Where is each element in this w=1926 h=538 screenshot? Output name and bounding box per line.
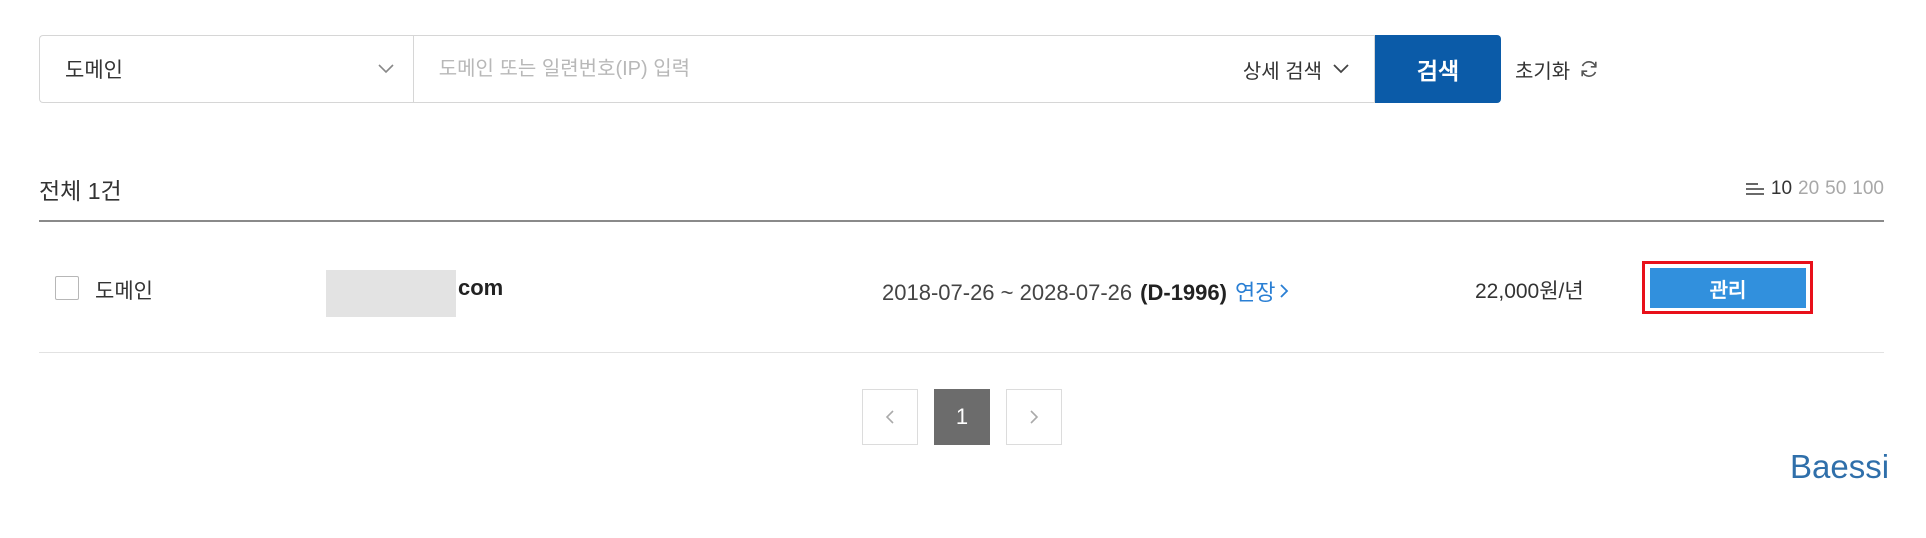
days-remaining: (D-1996) bbox=[1140, 280, 1227, 305]
chevron-down-icon bbox=[1333, 64, 1349, 74]
watermark: Baessi bbox=[1790, 448, 1890, 485]
search-input[interactable] bbox=[436, 56, 1201, 82]
extend-link[interactable]: 연장 bbox=[1235, 275, 1289, 307]
page-size-50[interactable]: 50 bbox=[1825, 178, 1846, 200]
chevron-left-icon bbox=[885, 410, 894, 424]
chevron-right-icon bbox=[1280, 284, 1289, 298]
category-select[interactable]: 도메인 bbox=[39, 35, 413, 103]
advanced-search-toggle[interactable]: 상세 검색 bbox=[1243, 36, 1350, 102]
period-dates: 2018-07-26 ~ 2028-07-26 bbox=[882, 280, 1133, 305]
list-lines-icon bbox=[1745, 183, 1764, 195]
search-input-wrapper: 상세 검색 bbox=[412, 35, 1376, 103]
reset-button[interactable]: 초기화 bbox=[1515, 35, 1600, 103]
reset-label: 초기화 bbox=[1515, 60, 1571, 83]
search-bar: 도메인 상세 검색 검색 bbox=[39, 35, 1501, 103]
row-type-label: 도메인 bbox=[95, 280, 153, 303]
category-select-value: 도메인 bbox=[65, 59, 123, 82]
chevron-right-icon bbox=[1030, 410, 1039, 424]
list-header-divider bbox=[39, 220, 1884, 222]
refresh-icon bbox=[1581, 61, 1597, 77]
chevron-down-icon bbox=[378, 64, 394, 74]
page-size-selector: 10 20 50 100 bbox=[1745, 178, 1884, 200]
page-button-current[interactable]: 1 bbox=[934, 389, 990, 445]
total-count: 전체 1건 bbox=[39, 178, 122, 204]
registration-period: 2018-07-26 ~ 2028-07-26 (D-1996) 연장 bbox=[882, 275, 1289, 307]
row-checkbox[interactable] bbox=[55, 276, 79, 300]
prev-page-button[interactable] bbox=[862, 389, 918, 445]
manage-button[interactable]: 관리 bbox=[1650, 268, 1806, 308]
price: 22,000원/년 bbox=[1475, 280, 1584, 303]
advanced-search-label: 상세 검색 bbox=[1242, 60, 1323, 83]
page-size-100[interactable]: 100 bbox=[1852, 178, 1884, 200]
domain-suffix: com bbox=[458, 275, 504, 300]
next-page-button[interactable] bbox=[1006, 389, 1062, 445]
page-size-10[interactable]: 10 bbox=[1771, 178, 1792, 200]
page-size-20[interactable]: 20 bbox=[1798, 178, 1819, 200]
search-button[interactable]: 검색 bbox=[1375, 35, 1501, 103]
extend-label: 연장 bbox=[1234, 280, 1276, 305]
masked-domain-name bbox=[326, 270, 456, 317]
row-divider bbox=[39, 352, 1884, 353]
